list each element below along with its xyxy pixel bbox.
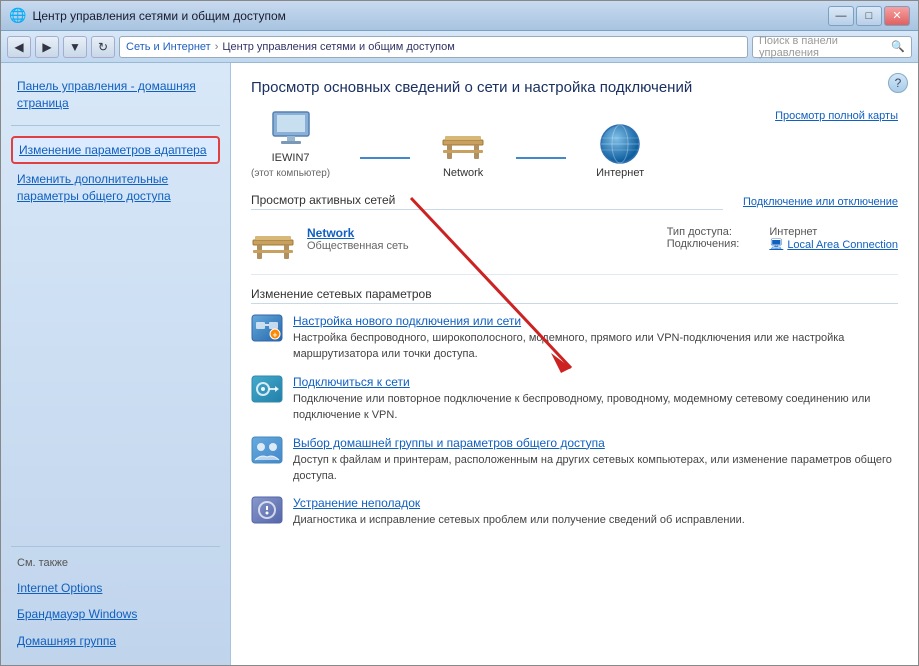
view-full-map-link[interactable]: Просмотр полной карты <box>775 110 898 122</box>
breadcrumb-current: Центр управления сетями и общим доступом <box>222 41 454 53</box>
breadcrumb-sep: › <box>215 41 219 53</box>
change-settings-section: Изменение сетевых параметров + <box>251 287 898 529</box>
internet-label: Интернет <box>596 167 644 179</box>
change-settings-title: Изменение сетевых параметров <box>251 287 898 304</box>
window-icon: 🌐 <box>9 7 26 24</box>
access-type-value: Интернет <box>769 226 898 238</box>
settings-item-new-connection: + Настройка нового подключения или сети … <box>251 314 898 363</box>
search-icon: 🔍 <box>891 40 905 53</box>
dropdown-button[interactable]: ▼ <box>63 36 87 58</box>
breadcrumb-root[interactable]: Сеть и Интернет <box>126 41 211 53</box>
homegroup-link[interactable]: Выбор домашней группы и параметров общег… <box>293 436 898 450</box>
titlebar-left: 🌐 Центр управления сетями и общим доступ… <box>9 7 286 24</box>
computer-icon <box>268 110 314 148</box>
network-type: Общественная сеть <box>307 240 655 252</box>
sidebar-item-internet-options[interactable]: Internet Options <box>11 577 220 600</box>
connection-name: Local Area Connection <box>787 239 898 251</box>
map-node-network: Network <box>440 125 486 179</box>
access-type-label: Тип доступа: <box>667 226 740 238</box>
network-details: Тип доступа: Подключения: Интернет 🖥 Loc… <box>667 226 898 251</box>
homegroup-content: Выбор домашней группы и параметров общег… <box>293 436 898 485</box>
settings-item-connect: Подключиться к сети Подключение или повт… <box>251 375 898 424</box>
content-area: ? Просмотр основных сведений о сети и на… <box>231 63 918 665</box>
access-values-row: Интернет 🖥 Local Area Connection <box>769 226 898 251</box>
connect-desc: Подключение или повторное подключение к … <box>293 393 870 421</box>
help-button[interactable]: ? <box>888 73 908 93</box>
search-placeholder: Поиск в панели управления <box>759 35 887 59</box>
active-networks-section: Просмотр активных сетей Подключение или … <box>251 193 898 275</box>
back-button[interactable]: ◀ <box>7 36 31 58</box>
troubleshoot-link[interactable]: Устранение неполадок <box>293 496 745 510</box>
computer-label: IEWIN7 <box>272 152 310 164</box>
forward-button[interactable]: ▶ <box>35 36 59 58</box>
connector-2 <box>516 157 566 159</box>
network-item: Network Общественная сеть Тип доступа: П… <box>251 218 898 275</box>
new-connection-icon: + <box>251 314 283 342</box>
new-connection-link[interactable]: Настройка нового подключения или сети <box>293 314 898 328</box>
connect-link[interactable]: Подключиться к сети <box>293 375 898 389</box>
network-map: IEWIN7 (этот компьютер) <box>251 110 898 179</box>
troubleshoot-desc: Диагностика и исправление сетевых пробле… <box>293 514 745 526</box>
network-icon <box>440 125 486 163</box>
connect-icon <box>251 375 283 403</box>
network-label: Network <box>443 167 483 179</box>
network-name[interactable]: Network <box>307 226 354 240</box>
connections-label: Подключения: <box>667 238 740 250</box>
titlebar-controls: — □ ✕ <box>828 6 910 26</box>
sidebar-adapter[interactable]: Изменение параметров адаптера <box>11 136 220 165</box>
titlebar-title: Центр управления сетями и общим доступом <box>32 9 286 23</box>
network-adapter-icon: 🖥 <box>769 238 783 251</box>
sidebar-spacer <box>11 212 220 536</box>
sidebar-advanced[interactable]: Изменить дополнительные параметры общего… <box>11 168 220 208</box>
troubleshoot-content: Устранение неполадок Диагностика и испра… <box>293 496 745 528</box>
troubleshoot-icon <box>251 496 283 524</box>
addressbar: ◀ ▶ ▼ ↻ Сеть и Интернет › Центр управлен… <box>1 31 918 63</box>
connect-content: Подключиться к сети Подключение или повт… <box>293 375 898 424</box>
titlebar: 🌐 Центр управления сетями и общим доступ… <box>1 1 918 31</box>
network-info: Network Общественная сеть <box>307 226 655 252</box>
sidebar-also-label: См. также <box>11 557 220 569</box>
page-title: Просмотр основных сведений о сети и наст… <box>251 79 898 96</box>
main-area: Панель управления - домашняя страница Из… <box>1 63 918 665</box>
settings-item-troubleshoot: Устранение неполадок Диагностика и испра… <box>251 496 898 528</box>
breadcrumb-bar: Сеть и Интернет › Центр управления сетям… <box>119 36 748 58</box>
sidebar-divider-1 <box>11 125 220 126</box>
maximize-button[interactable]: □ <box>856 6 882 26</box>
computer-sublabel: (этот компьютер) <box>251 168 330 179</box>
sidebar-item-homegroup[interactable]: Домашняя группа <box>11 630 220 653</box>
active-networks-title: Просмотр активных сетей <box>251 193 723 210</box>
sidebar: Панель управления - домашняя страница Из… <box>1 63 231 665</box>
active-networks-header: Просмотр активных сетей Подключение или … <box>251 193 898 210</box>
homegroup-icon <box>251 436 283 464</box>
settings-item-homegroup: Выбор домашней группы и параметров общег… <box>251 436 898 485</box>
map-node-computer: IEWIN7 (этот компьютер) <box>251 110 330 179</box>
connector-1 <box>360 157 410 159</box>
main-window: 🌐 Центр управления сетями и общим доступ… <box>0 0 919 666</box>
connect-disconnect-link[interactable]: Подключение или отключение <box>743 196 898 208</box>
access-type-row: Тип доступа: Подключения: <box>667 226 740 251</box>
sidebar-home[interactable]: Панель управления - домашняя страница <box>11 75 220 115</box>
internet-icon <box>597 125 643 163</box>
network-item-icon <box>251 226 295 262</box>
refresh-button[interactable]: ↻ <box>91 36 115 58</box>
map-node-internet: Интернет <box>596 125 644 179</box>
sidebar-item-firewall[interactable]: Брандмауэр Windows <box>11 603 220 626</box>
minimize-button[interactable]: — <box>828 6 854 26</box>
new-connection-content: Настройка нового подключения или сети На… <box>293 314 898 363</box>
homegroup-desc: Доступ к файлам и принтерам, расположенн… <box>293 454 892 482</box>
connections-value[interactable]: 🖥 Local Area Connection <box>769 238 898 251</box>
svg-text:+: + <box>273 331 278 340</box>
search-bar[interactable]: Поиск в панели управления 🔍 <box>752 36 912 58</box>
new-connection-desc: Настройка беспроводного, широкополосного… <box>293 332 844 360</box>
close-button[interactable]: ✕ <box>884 6 910 26</box>
sidebar-divider-2 <box>11 546 220 547</box>
